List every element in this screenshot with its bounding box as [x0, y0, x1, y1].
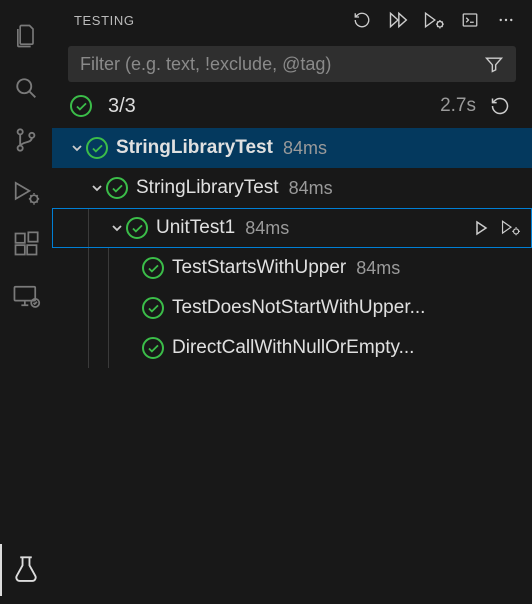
- activity-search[interactable]: [0, 62, 52, 114]
- debug-run-icon: [423, 11, 445, 29]
- tree-label: DirectCallWithNullOrEmpty...: [172, 337, 414, 359]
- run-all-tests-button[interactable]: [384, 6, 412, 34]
- rerun-button[interactable]: [486, 92, 514, 120]
- pass-icon: [70, 95, 92, 117]
- branch-icon: [12, 126, 40, 154]
- tree-label: StringLibraryTest: [116, 137, 273, 159]
- tree-time: 84ms: [283, 138, 327, 159]
- debug-run-icon: [500, 220, 522, 236]
- pass-icon: [142, 337, 164, 359]
- refresh-icon: [490, 96, 510, 116]
- test-tree: StringLibraryTest 84ms StringLibraryTest…: [52, 128, 532, 604]
- filter-row: [68, 46, 516, 82]
- tree-label: TestStartsWithUpper: [172, 257, 346, 279]
- summary-row: 3/3 2.7s: [52, 90, 532, 128]
- filter-button[interactable]: [482, 50, 506, 78]
- refresh-icon: [353, 11, 371, 29]
- activity-run-debug[interactable]: [0, 166, 52, 218]
- chevron-down-icon[interactable]: [68, 140, 86, 156]
- tree-row-test[interactable]: DirectCallWithNullOrEmpty...: [52, 328, 532, 368]
- panel-title: TESTING: [74, 13, 342, 28]
- extensions-icon: [12, 230, 40, 258]
- beaker-icon: [12, 555, 40, 585]
- ellipsis-icon: [497, 11, 515, 29]
- summary-count: 3/3: [108, 95, 136, 118]
- summary-right: 2.7s: [440, 92, 514, 120]
- files-icon: [12, 22, 40, 50]
- remote-icon: [11, 282, 41, 310]
- activity-explorer[interactable]: [0, 10, 52, 62]
- tree-time: 84ms: [356, 258, 400, 279]
- testing-panel: TESTING: [52, 0, 532, 604]
- filter-input[interactable]: [80, 54, 474, 75]
- play-icon: [473, 220, 489, 236]
- funnel-icon: [484, 55, 504, 73]
- chevron-down-icon[interactable]: [108, 220, 126, 236]
- tree-row-root[interactable]: StringLibraryTest 84ms: [52, 128, 532, 168]
- terminal-icon: [461, 11, 479, 29]
- debug-test-button[interactable]: [498, 215, 524, 241]
- tree-time: 84ms: [289, 178, 333, 199]
- pass-icon: [86, 137, 108, 159]
- run-debug-icon: [10, 178, 42, 206]
- activity-source-control[interactable]: [0, 114, 52, 166]
- debug-tests-button[interactable]: [420, 6, 448, 34]
- tree-row-test[interactable]: TestDoesNotStartWithUpper...: [52, 288, 532, 328]
- run-all-icon: [388, 11, 408, 29]
- row-actions: [468, 215, 532, 241]
- refresh-tests-button[interactable]: [348, 6, 376, 34]
- tree-label: UnitTest1: [156, 217, 235, 239]
- summary-status: 3/3: [70, 95, 136, 118]
- show-output-button[interactable]: [456, 6, 484, 34]
- tree-label: StringLibraryTest: [136, 177, 279, 199]
- pass-icon: [142, 257, 164, 279]
- tree-label: TestDoesNotStartWithUpper...: [172, 297, 425, 319]
- activity-extensions[interactable]: [0, 218, 52, 270]
- tree-time: 84ms: [245, 218, 289, 239]
- tree-row-level3[interactable]: UnitTest1 84ms: [52, 208, 532, 248]
- tree-row-level2[interactable]: StringLibraryTest 84ms: [52, 168, 532, 208]
- more-actions-button[interactable]: [492, 6, 520, 34]
- activity-testing[interactable]: [0, 544, 52, 596]
- activity-remote[interactable]: [0, 270, 52, 322]
- run-test-button[interactable]: [468, 215, 494, 241]
- search-icon: [12, 74, 40, 102]
- pass-icon: [126, 217, 148, 239]
- tree-row-test[interactable]: TestStartsWithUpper 84ms: [52, 248, 532, 288]
- pass-icon: [142, 297, 164, 319]
- chevron-down-icon[interactable]: [88, 180, 106, 196]
- summary-duration: 2.7s: [440, 95, 476, 117]
- panel-header: TESTING: [52, 0, 532, 40]
- activity-bar: [0, 0, 52, 604]
- pass-icon: [106, 177, 128, 199]
- header-actions: [348, 6, 520, 34]
